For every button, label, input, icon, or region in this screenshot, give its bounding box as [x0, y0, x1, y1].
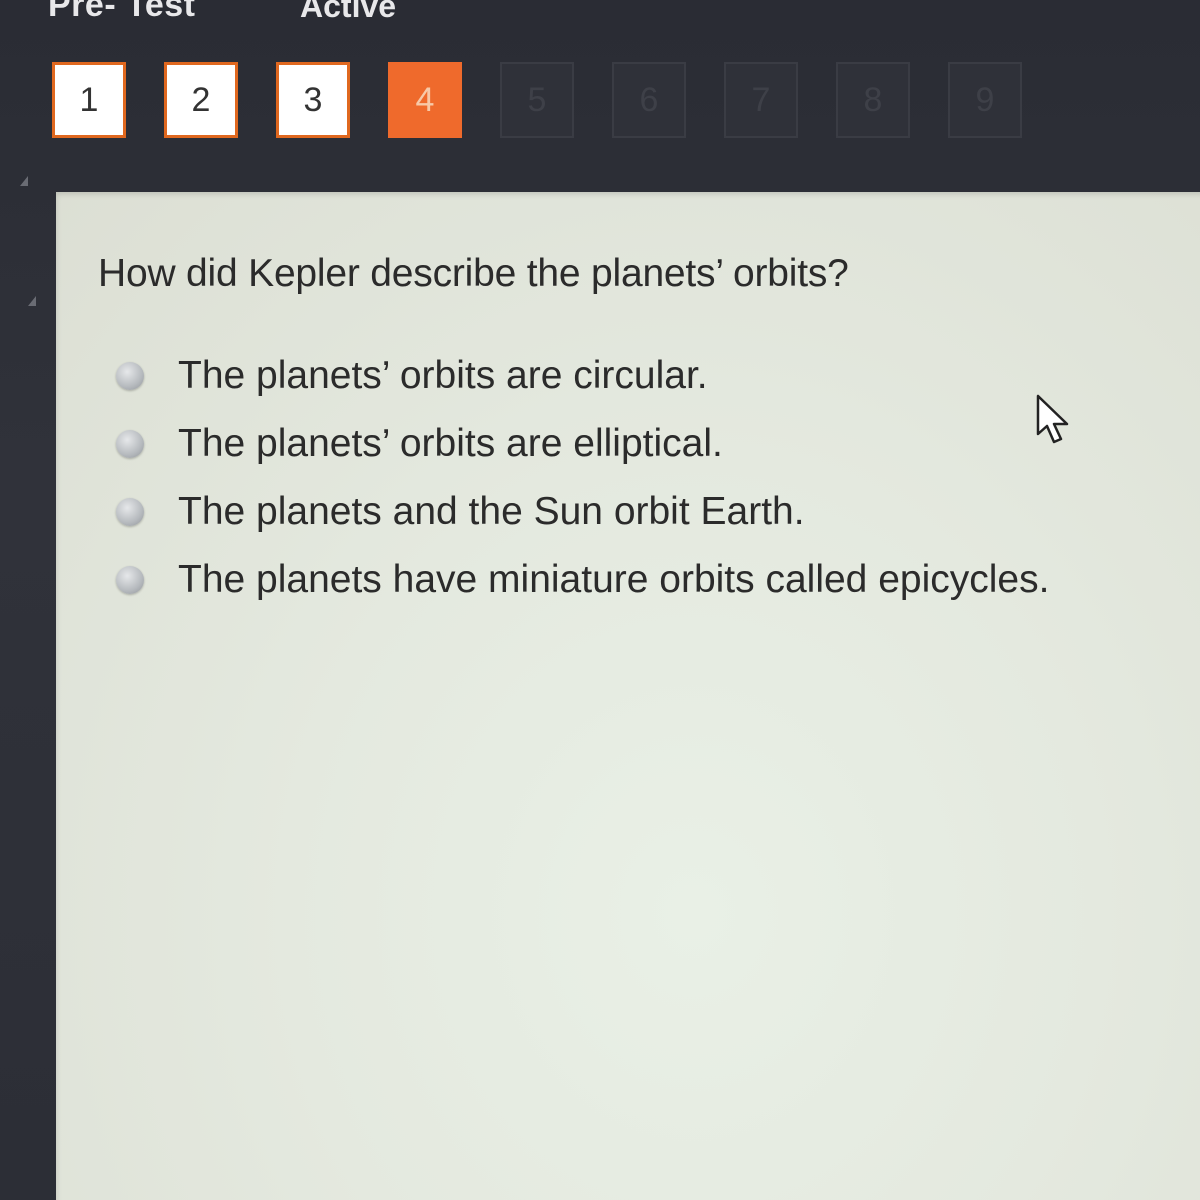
radio-button-icon[interactable] [116, 362, 144, 390]
status-label: Active [300, 0, 397, 24]
question-nav-button-4-current[interactable]: 4 [388, 62, 462, 138]
side-marker-icon [28, 296, 36, 306]
pointer-cursor-icon [1034, 394, 1074, 451]
question-nav-button-6-locked: 6 [612, 62, 686, 138]
question-nav-button-9-locked: 9 [948, 62, 1022, 138]
question-nav-button-7-locked: 7 [724, 62, 798, 138]
answer-option-label: The planets’ orbits are elliptical. [178, 422, 723, 465]
question-nav-button-5-locked: 5 [500, 62, 574, 138]
answer-option-1[interactable]: The planets’ orbits are circular. [116, 342, 1049, 410]
answer-option-3[interactable]: The planets and the Sun orbit Earth. [116, 478, 1049, 546]
quiz-screen: Pre- Test Active 1 2 3 4 5 6 7 8 9 How d… [0, 0, 1200, 1200]
question-nav-button-3[interactable]: 3 [276, 62, 350, 138]
question-nav-button-2[interactable]: 2 [164, 62, 238, 138]
answer-option-4[interactable]: The planets have miniature orbits called… [116, 546, 1049, 614]
question-navigation: 1 2 3 4 5 6 7 8 9 [52, 62, 1022, 138]
answer-option-2[interactable]: The planets’ orbits are elliptical. [116, 410, 1049, 478]
radio-button-icon[interactable] [116, 498, 144, 526]
answer-option-label: The planets have miniature orbits called… [178, 558, 1050, 601]
answer-option-label: The planets’ orbits are circular. [178, 354, 708, 397]
question-nav-button-8-locked: 8 [836, 62, 910, 138]
question-text: How did Kepler describe the planets’ orb… [98, 252, 849, 295]
radio-button-icon[interactable] [116, 566, 144, 594]
question-panel: How did Kepler describe the planets’ orb… [56, 192, 1200, 1200]
page-title: Pre- Test [48, 0, 196, 24]
side-marker-icon [20, 176, 28, 186]
question-nav-button-1[interactable]: 1 [52, 62, 126, 138]
answer-option-label: The planets and the Sun orbit Earth. [178, 490, 805, 533]
radio-button-icon[interactable] [116, 430, 144, 458]
answer-options: The planets’ orbits are circular. The pl… [116, 342, 1049, 614]
